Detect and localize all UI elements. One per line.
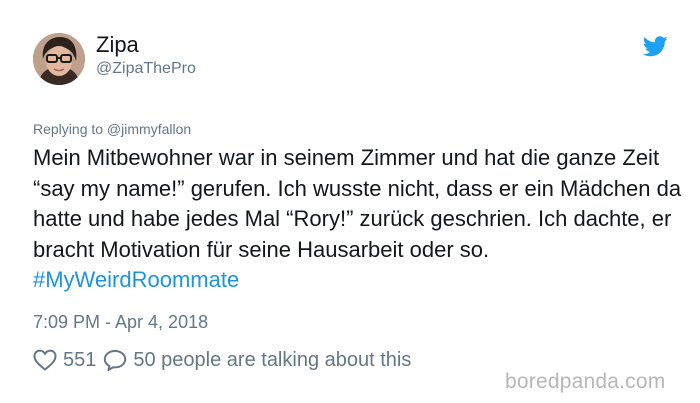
reply-context[interactable]: Replying to @jimmyfallon	[33, 121, 191, 137]
hashtag-link[interactable]: #MyWeirdRoommate	[33, 267, 239, 292]
like-count[interactable]: 551	[63, 349, 96, 372]
comment-icon[interactable]	[103, 349, 127, 371]
watermark: boredpanda.com	[505, 370, 666, 393]
talking-about-text[interactable]: 50 people are talking about this	[133, 349, 411, 372]
display-name[interactable]: Zipa	[96, 32, 139, 58]
avatar[interactable]	[33, 33, 85, 85]
heart-icon[interactable]	[33, 349, 57, 371]
user-handle[interactable]: @ZipaThePro	[96, 60, 196, 78]
timestamp[interactable]: 7:09 PM - Apr 4, 2018	[33, 312, 208, 333]
tweet-text: Mein Mitbewohner war in seinem Zimmer un…	[33, 143, 683, 296]
action-bar: 551 50 people are talking about this	[33, 347, 411, 373]
avatar-image	[33, 33, 85, 85]
twitter-bird-icon[interactable]	[643, 36, 668, 57]
tweet-body: Mein Mitbewohner war in seinem Zimmer un…	[33, 145, 682, 262]
